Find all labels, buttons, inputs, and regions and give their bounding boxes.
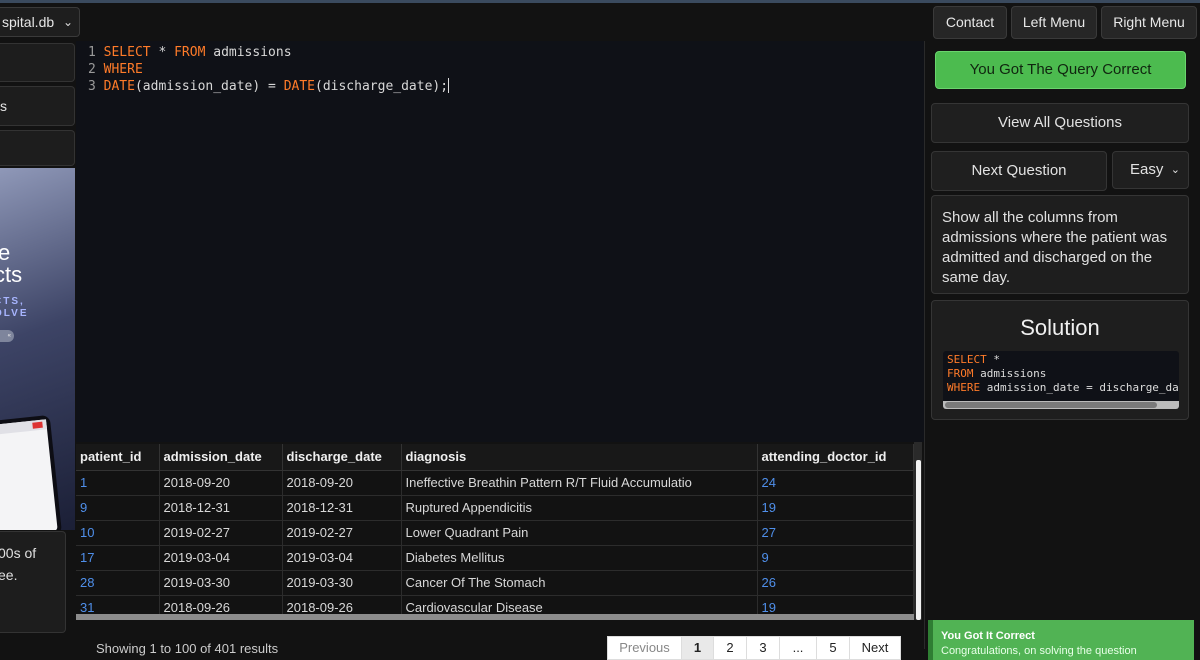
code-line-2: 2 WHERE [88,62,143,77]
ad-text: OLVE [0,308,29,319]
column-header[interactable]: diagnosis [401,444,758,471]
table-row: 10 2019-02-27 2019-02-27 Lower Quadrant … [76,520,914,546]
patient-id-link[interactable]: 1 [76,470,160,496]
results-table-container: patient_id admission_date discharge_date… [76,442,924,620]
difficulty-select-label: Easy [1130,161,1164,178]
solution-code-line: FROM admissions [947,367,1047,380]
code-line-1: 1 SELECT * FROM admissions [88,45,292,60]
table-row: 28 2019-03-30 2019-03-30 Cancer Of The S… [76,570,914,596]
solution-card: Solution SELECT * FROM admissions WHERE … [931,300,1189,420]
ad-device-image [0,414,63,530]
results-scroll-thumb[interactable] [916,460,921,620]
left-menu-button[interactable]: Left Menu [1011,6,1097,39]
difficulty-select[interactable]: Easy ⌄ [1112,151,1189,189]
contact-button[interactable]: Contact [933,6,1007,39]
doctor-id-link[interactable]: 9 [757,545,914,571]
advertisement-banner[interactable]: e cts CTS, OLVE « [0,168,75,530]
top-bar: spital.db ⌄ Contact Left Menu Right Menu [0,3,1200,41]
page-ellipsis: ... [779,636,817,660]
chevron-down-icon: ⌄ [62,15,73,29]
question-text: Show all the columns from admissions whe… [931,195,1189,294]
table-cell: Cancer Of The Stomach [401,570,758,596]
promo-text: ee. [0,567,18,583]
table-cell: 2019-03-04 [159,545,283,571]
table-cell: Lower Quadrant Pain [401,520,758,546]
doctor-id-link[interactable]: 27 [757,520,914,546]
table-cell: 2019-02-27 [159,520,283,546]
promo-text: 00s of [0,545,37,561]
table-row: 17 2019-03-04 2019-03-04 Diabetes Mellit… [76,545,914,571]
left-menu-item-1[interactable] [0,43,75,82]
table-cell: 2019-03-30 [159,570,283,596]
chevron-down-icon: ⌄ [1170,164,1180,176]
table-cell: 2018-09-20 [282,470,402,496]
column-header[interactable]: admission_date [159,444,283,471]
query-correct-banner[interactable]: You Got The Query Correct [935,51,1186,89]
column-header[interactable]: patient_id [76,444,160,471]
patient-id-link[interactable]: 17 [76,545,160,571]
table-cell: Ruptured Appendicitis [401,495,758,521]
patient-id-link[interactable]: 10 [76,520,160,546]
left-menu-item-3[interactable] [0,130,75,166]
ad-text: cts [0,262,23,287]
ad-button[interactable]: « [0,330,14,342]
page-5-button[interactable]: 5 [816,636,850,660]
code-line-3: 3 DATE(admission_date) = DATE(discharge_… [88,78,450,94]
solution-code: SELECT * FROM admissions WHERE admission… [943,351,1179,409]
table-cell: 2018-09-20 [159,470,283,496]
patient-id-link[interactable]: 9 [76,495,160,521]
promo-card: 00s of ee. [0,531,66,633]
ad-text: CTS, [0,296,25,307]
view-all-questions-button[interactable]: View All Questions [931,103,1189,143]
table-cell: Ineffective Breathin Pattern R/T Fluid A… [401,470,758,496]
sql-editor[interactable]: 1 SELECT * FROM admissions 2 WHERE 3 DAT… [76,41,924,442]
doctor-id-link[interactable]: 24 [757,470,914,496]
doctor-id-link[interactable]: 19 [757,495,914,521]
next-question-button[interactable]: Next Question [931,151,1107,191]
solution-title: Solution [1020,315,1100,340]
solution-scroll-thumb[interactable] [945,402,1157,408]
table-cell: 2018-12-31 [159,495,283,521]
left-panel: s e cts CTS, OLVE « 00s of ee. [0,41,76,649]
right-menu-button[interactable]: Right Menu [1101,6,1197,39]
next-page-button[interactable]: Next [849,636,901,660]
line-gutter [76,41,98,442]
page-3-button[interactable]: 3 [746,636,780,660]
table-cell: Diabetes Mellitus [401,545,758,571]
database-select[interactable]: spital.db ⌄ [0,7,80,37]
toast-subtitle: Congratulations, on solving the question [941,645,1137,657]
table-cell: 2019-03-04 [282,545,402,571]
table-header-row: patient_id admission_date discharge_date… [76,444,914,471]
solution-code-line: WHERE admission_date = discharge_date [947,381,1179,394]
success-toast[interactable]: You Got It Correct Congratulations, on s… [928,620,1194,660]
previous-page-button[interactable]: Previous [607,636,682,660]
left-menu-item-label: s [0,98,7,114]
patient-id-link[interactable]: 28 [76,570,160,596]
results-table: patient_id admission_date discharge_date… [76,444,914,620]
text-cursor [448,78,450,93]
page-1-button[interactable]: 1 [681,636,714,660]
table-cell: 2019-02-27 [282,520,402,546]
table-cell: 2018-12-31 [282,495,402,521]
toast-title: You Got It Correct [941,630,1035,642]
solution-code-line: SELECT * [947,353,1000,366]
database-select-label: spital.db [2,14,55,30]
results-horizontal-scrollbar[interactable] [76,614,914,620]
left-menu-item-2[interactable]: s [0,86,75,126]
doctor-id-link[interactable]: 26 [757,570,914,596]
page-2-button[interactable]: 2 [713,636,747,660]
column-header[interactable]: discharge_date [282,444,402,471]
table-row: 1 2018-09-20 2018-09-20 Ineffective Brea… [76,470,914,496]
table-cell: 2019-03-30 [282,570,402,596]
column-header[interactable]: attending_doctor_id [757,444,914,471]
table-row: 9 2018-12-31 2018-12-31 Ruptured Appendi… [76,495,914,521]
